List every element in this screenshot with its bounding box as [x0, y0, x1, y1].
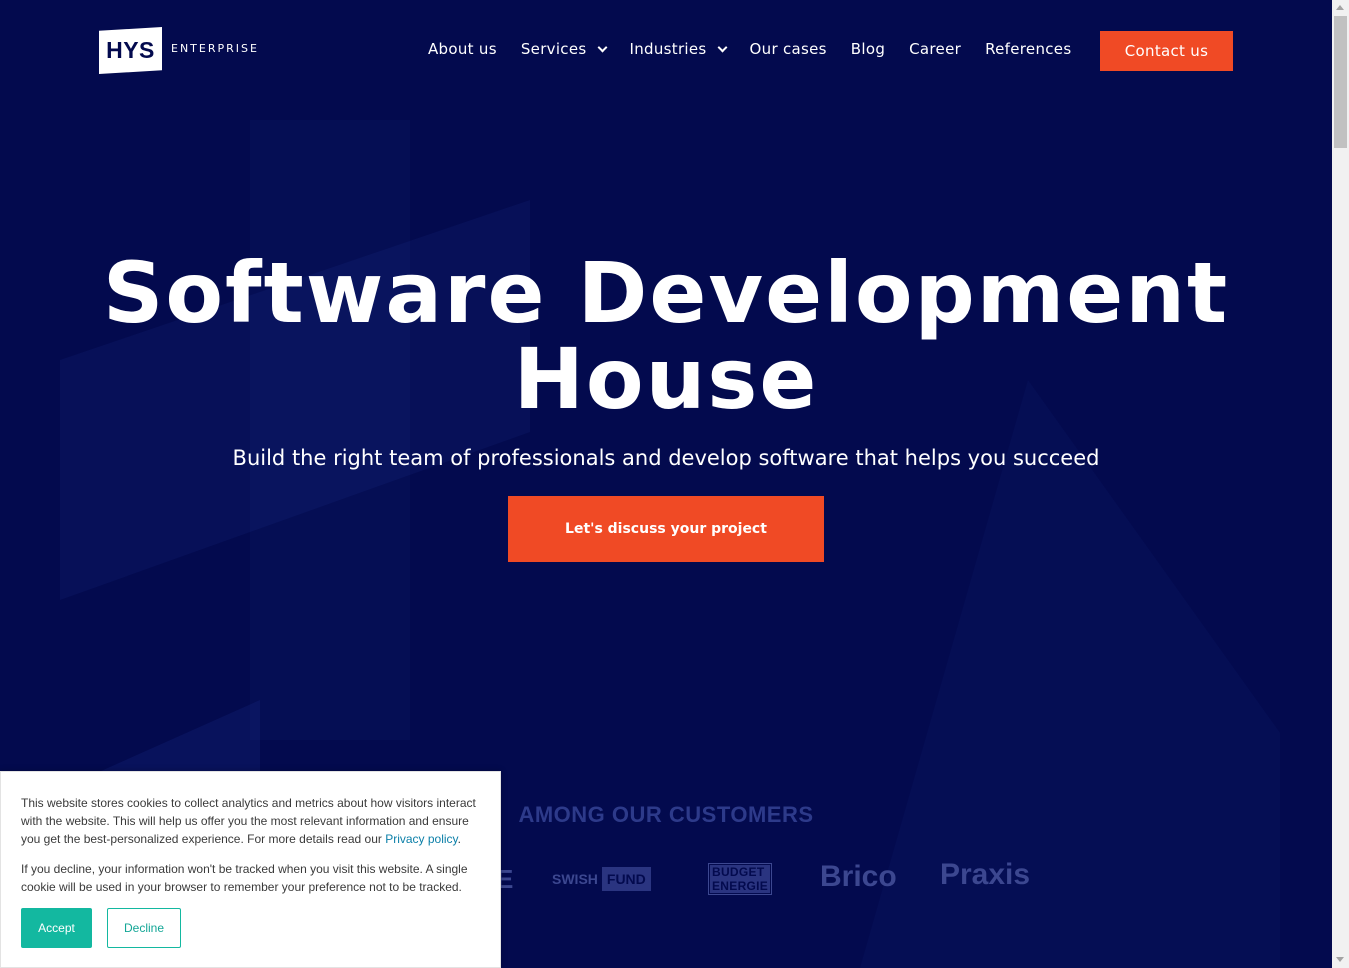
cookie-accept-button[interactable]: Accept: [21, 908, 92, 948]
scroll-up-arrow-icon[interactable]: [1336, 5, 1344, 10]
cookie-text-2: If you decline, your information won't b…: [21, 862, 468, 894]
nav-label: Career: [909, 40, 962, 58]
nav-label: About us: [428, 40, 497, 58]
page: HYS ENTERPRISE About us Services Industr…: [0, 0, 1332, 968]
nav-services[interactable]: Services: [520, 40, 607, 58]
cookie-text-end: .: [457, 832, 462, 846]
fund-text: FUND: [601, 866, 651, 891]
customer-logo-swishfund: SWISH FUND: [552, 864, 651, 893]
hero-title-line1: Software Development: [102, 244, 1230, 342]
chevron-down-icon: [717, 42, 727, 52]
nav-references[interactable]: References: [985, 40, 1071, 58]
customer-logo-brico: Brico: [820, 860, 897, 893]
customer-logo-praxis: Praxis: [940, 858, 1031, 891]
nav-label: Our cases: [749, 40, 827, 58]
customer-logo-budget-energie: BUDGET ENERGIE: [708, 863, 773, 895]
cookie-banner: This website stores cookies to collect a…: [0, 771, 501, 968]
nav-about-us[interactable]: About us: [428, 40, 497, 58]
budget-text: BUDGET: [710, 865, 771, 879]
nav-career[interactable]: Career: [909, 40, 961, 58]
cookie-text-1: This website stores cookies to collect a…: [21, 794, 486, 848]
hero-title-line2: House: [513, 330, 819, 428]
hero-subtitle: Build the right team of professionals an…: [232, 446, 1100, 470]
discuss-project-button[interactable]: Let's discuss your project: [508, 496, 824, 562]
cookie-decline-button[interactable]: Decline: [107, 908, 181, 948]
page-scrollbar[interactable]: [1332, 0, 1349, 968]
contact-us-button[interactable]: Contact us: [1100, 31, 1233, 71]
main-nav: About us Services Industries Our cases B…: [428, 40, 1095, 58]
privacy-policy-link[interactable]: Privacy policy: [385, 832, 457, 846]
hero-title: Software Development House: [0, 250, 1332, 422]
scroll-down-arrow-icon[interactable]: [1336, 957, 1344, 962]
nav-industries[interactable]: Industries: [629, 40, 727, 58]
logo-text: ENTERPRISE: [171, 42, 259, 55]
swish-text: SWISH: [552, 870, 598, 887]
chevron-down-icon: [597, 42, 607, 52]
nav-our-cases[interactable]: Our cases: [750, 40, 827, 58]
energie-text: ENERGIE: [710, 879, 771, 893]
nav-label: Blog: [850, 40, 886, 58]
nav-label: Services: [520, 40, 587, 58]
nav-blog[interactable]: Blog: [851, 40, 885, 58]
site-logo[interactable]: HYS ENTERPRISE: [99, 27, 259, 74]
scrollbar-thumb[interactable]: [1334, 16, 1347, 148]
logo-mark: HYS: [99, 27, 162, 74]
nav-label: References: [985, 40, 1072, 58]
nav-label: Industries: [629, 40, 707, 58]
